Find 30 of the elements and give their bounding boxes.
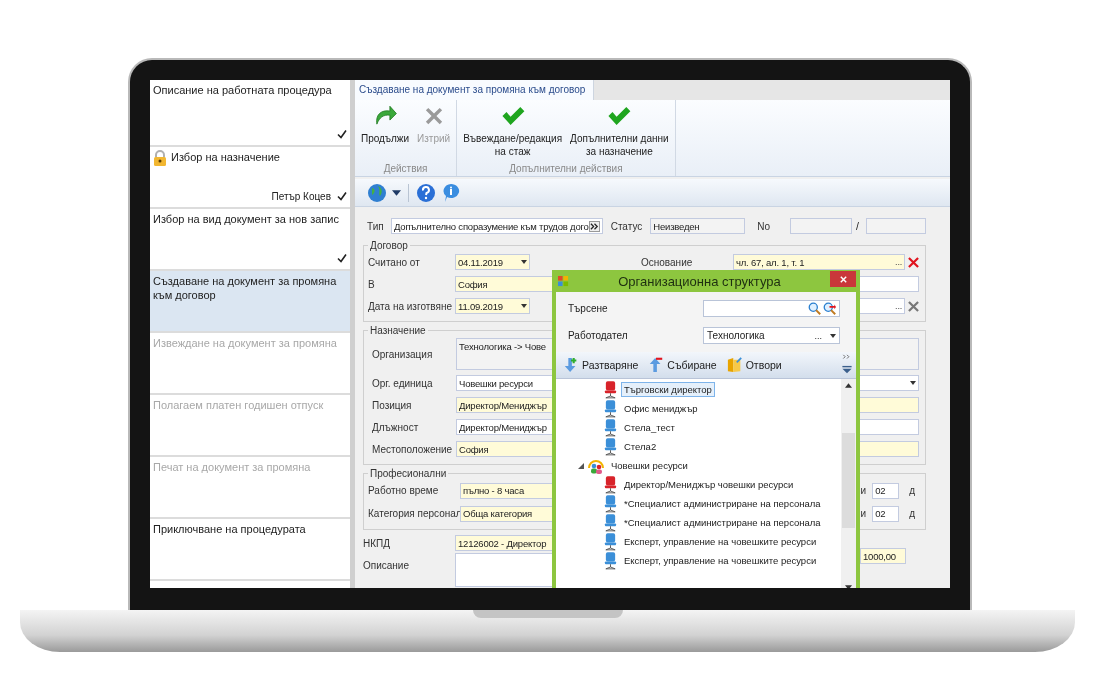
field-label: Местоположение xyxy=(371,443,454,455)
status-field: Неизведен xyxy=(650,218,746,234)
ribbon-group-caption: Допълнителни действия xyxy=(509,163,623,176)
field-label: и xyxy=(860,508,867,519)
field-label: Работно време xyxy=(368,485,440,496)
group-title: Договор xyxy=(369,240,409,251)
field-label: Орг. единица xyxy=(371,377,434,389)
field-label: Считано от xyxy=(368,256,421,268)
field-label: Основание xyxy=(641,256,694,268)
group-title: Назначение xyxy=(369,325,427,336)
field-label: и xyxy=(860,485,867,496)
field-label: Дата на изготвяне xyxy=(368,300,453,312)
field-label: Позиция xyxy=(371,399,413,411)
field-label: Статус xyxy=(610,220,643,232)
group-title: Професионални xyxy=(369,468,448,479)
unit-label: д xyxy=(909,508,915,519)
field-label: Търсене xyxy=(568,303,609,314)
dialog-title: Организационна структура xyxy=(617,273,782,289)
field-label: В xyxy=(368,278,376,290)
field-label: НКПД xyxy=(363,537,391,549)
field-label: Описание xyxy=(363,559,410,571)
ribbon-group-caption: Действия xyxy=(383,163,428,176)
separator-text: / xyxy=(856,220,859,232)
field-label: No xyxy=(757,220,771,232)
field-label: Работодател xyxy=(568,330,629,341)
assignee-name: Петър Коцев xyxy=(271,190,331,202)
field-label: Длъжност xyxy=(371,421,420,433)
unit-label: д xyxy=(909,485,915,496)
field-label: Тип xyxy=(366,220,385,232)
field-label: Организация xyxy=(371,348,434,360)
